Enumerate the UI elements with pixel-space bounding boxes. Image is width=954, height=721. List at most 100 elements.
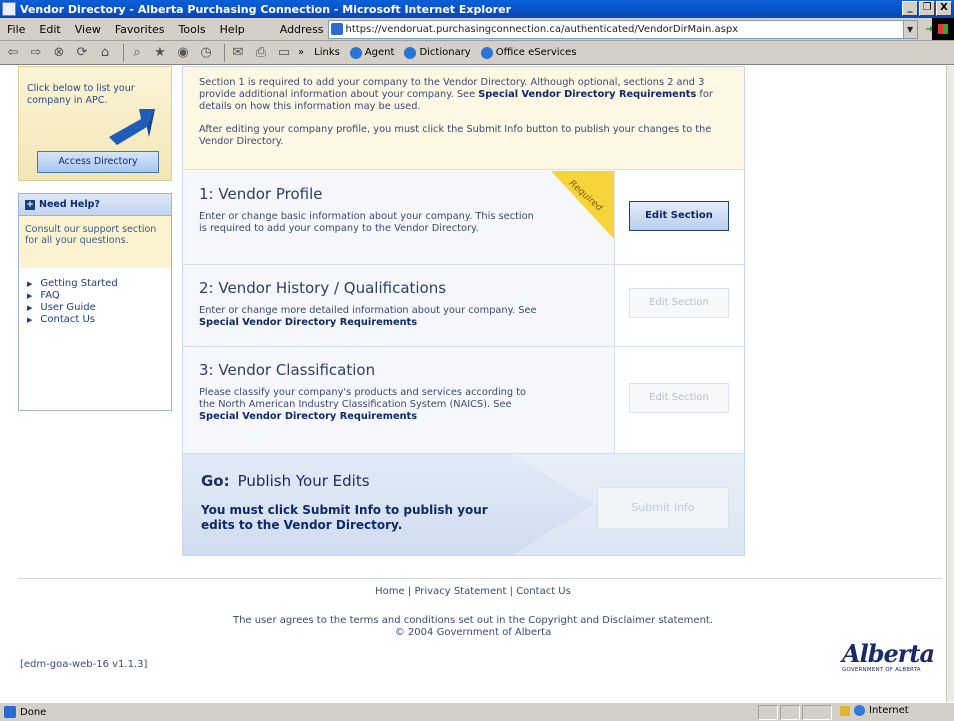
help-links: ▶ Getting Started ▶ FAQ ▶ User Guide ▶ Conta…: [19, 268, 171, 336]
access-directory-button[interactable]: Access Directory: [37, 151, 159, 173]
section-title: 3: Vendor Classification: [199, 361, 376, 379]
footer-divider: [18, 578, 942, 579]
toolbar: ⇦ ⇨ ⊗ ⟳ ⌂ ⌕ ★ ◉ ◷ ✉ ⎙ ▭ » Links Agent Di…: [0, 41, 954, 65]
requirements-link[interactable]: Special Vendor Directory Requirements: [478, 89, 696, 100]
address-input[interactable]: https://vendoruat.purchasingconnection.c…: [327, 19, 918, 39]
menu-tools[interactable]: Tools: [172, 23, 213, 36]
address-url: https://vendoruat.purchasingconnection.c…: [345, 23, 739, 35]
media-icon[interactable]: ◉: [174, 44, 192, 62]
history-icon[interactable]: ◷: [197, 44, 215, 62]
section-description: Enter or change basic information about …: [199, 211, 534, 234]
edit-section-2-button[interactable]: Edit Section: [629, 288, 729, 318]
menu-favorites[interactable]: Favorites: [108, 23, 172, 36]
triangle-right-icon: ▶: [27, 316, 33, 324]
forward-icon[interactable]: ⇨: [27, 44, 45, 62]
version-label: [edm-goa-web-16 v1.1.3]: [20, 659, 148, 670]
links-chevron[interactable]: »: [298, 47, 304, 58]
refresh-icon[interactable]: ⟳: [73, 44, 91, 62]
intro-paragraph-2: After editing your company profile, you …: [199, 124, 712, 147]
favorites-icon[interactable]: ★: [151, 44, 169, 62]
help-subtext: Consult our support section for all your…: [19, 216, 171, 268]
home-icon[interactable]: ⌂: [96, 44, 114, 62]
menu-help[interactable]: Help: [213, 23, 252, 36]
submit-info-button[interactable]: Submit Info: [597, 487, 729, 529]
section-description: Please classify your company's products …: [199, 387, 527, 422]
security-zone: Internet: [840, 705, 909, 716]
ie-app-icon: [2, 2, 16, 16]
toolbar-divider: [123, 43, 124, 62]
zone-label: Internet: [869, 705, 909, 716]
vendor-directory-panel: Section 1 is required to add your compan…: [182, 66, 745, 556]
edit-section-3-button[interactable]: Edit Section: [629, 383, 729, 413]
section-title: 1: Vendor Profile: [199, 185, 323, 203]
section-vendor-classification: 3: Vendor Classification Please classify…: [183, 347, 744, 454]
toolbar-divider: [224, 43, 225, 62]
menu-edit[interactable]: Edit: [32, 23, 67, 36]
triangle-right-icon: ▶: [27, 280, 33, 288]
arrow-pointer-icon: [109, 109, 155, 145]
link-office-eservices[interactable]: Office eServices: [480, 46, 576, 59]
page-icon: [330, 23, 343, 35]
footer-link-home[interactable]: Home: [375, 586, 405, 597]
requirements-link[interactable]: Special Vendor Directory Requirements: [199, 317, 417, 328]
window-title-bar: Vendor Directory - Alberta Purchasing Co…: [0, 0, 954, 18]
footer-links: Home | Privacy Statement | Contact Us: [0, 586, 946, 597]
globe-icon: [854, 705, 865, 716]
promo-text: Click below to list your company in APC.: [27, 83, 135, 106]
close-button[interactable]: X: [936, 1, 952, 16]
links-label: Links: [314, 47, 340, 58]
help-link-faq[interactable]: ▶ FAQ: [27, 290, 163, 302]
minimize-button[interactable]: _: [902, 1, 918, 16]
section-vendor-profile: 1: Vendor Profile Enter or change basic …: [183, 171, 744, 265]
terms-text: The user agrees to the terms and conditi…: [232, 615, 714, 626]
edit-section-1-button[interactable]: Edit Section: [629, 201, 729, 231]
ie-icon: [480, 46, 493, 59]
address-label: Address: [279, 22, 324, 36]
help-panel: + Need Help? Consult our support section…: [18, 193, 172, 411]
intro-paragraph-1: Section 1 is required to add your compan…: [199, 77, 713, 112]
triangle-right-icon: ▶: [27, 304, 33, 312]
maximize-button[interactable]: ❐: [919, 1, 935, 16]
copyright-text: © 2004 Government of Alberta: [394, 627, 552, 638]
help-link-contact-us[interactable]: ▶ Contact Us: [27, 314, 163, 326]
status-cell: [780, 705, 800, 720]
help-title: Need Help?: [39, 199, 100, 210]
search-icon[interactable]: ⌕: [128, 44, 146, 62]
vertical-scrollbar[interactable]: [946, 66, 954, 702]
footer-separator: |: [509, 586, 514, 597]
window-title: Vendor Directory - Alberta Purchasing Co…: [20, 2, 512, 16]
help-header: + Need Help?: [19, 194, 171, 216]
page-done-icon: [4, 706, 16, 718]
mail-icon[interactable]: ✉: [229, 44, 247, 62]
footer-link-contact[interactable]: Contact Us: [516, 586, 571, 597]
link-dictionary[interactable]: Dictionary: [404, 46, 471, 59]
ie-icon: [349, 46, 362, 59]
status-text: Done: [20, 706, 47, 718]
menu-bar: File Edit View Favorites Tools Help Addr…: [0, 18, 954, 41]
publish-message: You must click Submit Info to publish yo…: [201, 503, 488, 532]
footer-link-privacy[interactable]: Privacy Statement: [414, 586, 506, 597]
menu-view[interactable]: View: [68, 23, 108, 36]
help-link-user-guide[interactable]: ▶ User Guide: [27, 302, 163, 314]
edit-page-icon[interactable]: ▭: [275, 44, 293, 62]
triangle-right-icon: ▶: [27, 292, 33, 300]
alberta-logo: Alberta GOVERNMENT OF ALBERTA: [842, 639, 935, 674]
help-link-getting-started[interactable]: ▶ Getting Started: [27, 278, 163, 290]
required-badge: Required: [551, 171, 614, 239]
window-controls: _ ❐ X: [902, 1, 952, 16]
menu-file[interactable]: File: [0, 23, 32, 36]
print-icon[interactable]: ⎙: [252, 44, 270, 62]
plus-icon: +: [25, 199, 35, 210]
section-title: 2: Vendor History / Qualifications: [199, 279, 447, 297]
link-agent[interactable]: Agent: [349, 46, 394, 59]
back-icon[interactable]: ⇦: [4, 44, 22, 62]
intro-text: Section 1 is required to add your compan…: [183, 67, 744, 170]
section-description: Enter or change more detailed informatio…: [199, 305, 537, 328]
address-dropdown-icon[interactable]: ▼: [902, 20, 917, 38]
footer-terms: The user agrees to the terms and conditi…: [0, 615, 946, 639]
stop-icon[interactable]: ⊗: [50, 44, 68, 62]
status-cell: [758, 705, 778, 720]
status-bar: Done Internet: [0, 702, 954, 721]
publish-title: Go: Publish Your Edits: [201, 472, 370, 490]
requirements-link[interactable]: Special Vendor Directory Requirements: [199, 411, 417, 422]
